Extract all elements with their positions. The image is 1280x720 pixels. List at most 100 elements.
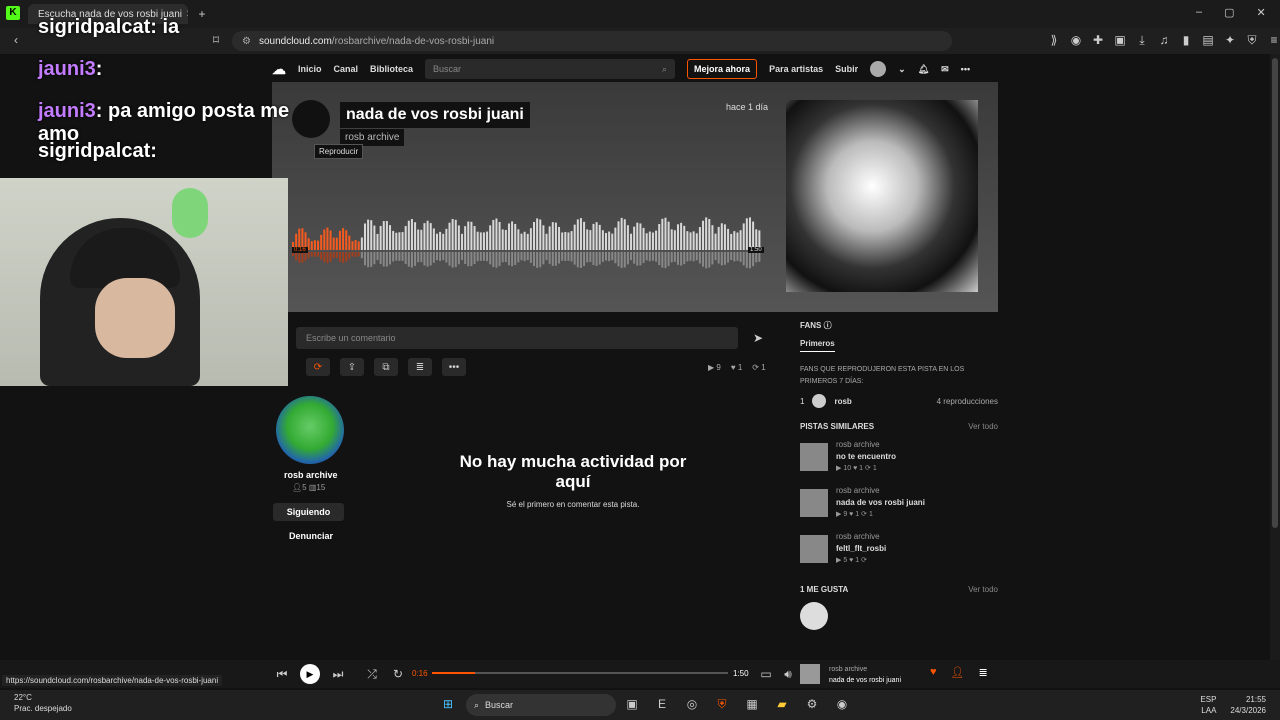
waveform-reflection bbox=[564, 252, 567, 262]
folder-icon[interactable]: ▰ bbox=[774, 696, 790, 712]
address-bar[interactable]: ⚙ soundcloud.com/rosbarchive/nada-de-vos-… bbox=[232, 31, 952, 51]
obs-icon[interactable]: ◉ bbox=[834, 696, 850, 712]
waveform[interactable] bbox=[292, 214, 762, 270]
sidebar-icon[interactable]: ▮ bbox=[1178, 32, 1194, 48]
likes-see-all[interactable]: Ver todo bbox=[968, 585, 998, 594]
page-scrollbar[interactable] bbox=[1270, 54, 1280, 660]
waveform-reflection bbox=[592, 252, 595, 266]
fan-row[interactable]: 1 rosb 4 reproducciones bbox=[800, 394, 998, 408]
search-input[interactable]: Buscar ⌕ bbox=[425, 59, 676, 79]
windows-start-icon[interactable]: ⊞ bbox=[440, 696, 456, 712]
similar-thumb[interactable] bbox=[800, 489, 828, 517]
report-link[interactable]: Denunciar bbox=[289, 531, 333, 541]
close-window-icon[interactable]: ✕ bbox=[1257, 6, 1266, 19]
notifications-icon[interactable]: 🔔︎ bbox=[918, 64, 929, 75]
waveform-bar bbox=[698, 227, 701, 250]
nav-library[interactable]: Biblioteca bbox=[370, 64, 413, 74]
chevron-down-icon[interactable]: ⌄ bbox=[898, 64, 906, 75]
uploader-avatar[interactable] bbox=[276, 396, 344, 464]
task-view-icon[interactable]: ▣ bbox=[624, 696, 640, 712]
similar-artist[interactable]: rosb archive bbox=[836, 531, 886, 543]
tab-first-fans[interactable]: Primeros bbox=[800, 339, 835, 352]
shield-icon[interactable]: ⛨ bbox=[1244, 32, 1260, 48]
player-artist[interactable]: rosb archive bbox=[829, 664, 901, 675]
player-progress[interactable] bbox=[432, 672, 728, 674]
search-icon[interactable]: ⌕ bbox=[662, 64, 667, 75]
volume-icon[interactable]: 🔊︎ bbox=[780, 666, 796, 682]
similar-artist[interactable]: rosb archive bbox=[836, 439, 896, 451]
nav-artists[interactable]: Para artistas bbox=[769, 64, 823, 74]
like-icon[interactable]: ♥ bbox=[930, 666, 937, 679]
epic-games-icon[interactable]: E bbox=[654, 696, 670, 712]
copy-link-button[interactable]: ⧉ bbox=[374, 358, 398, 376]
weather-widget[interactable]: 22°C Prac. despejado bbox=[14, 692, 72, 714]
repost-button[interactable]: ⟳ bbox=[306, 358, 330, 376]
messages-icon[interactable]: ✉ bbox=[941, 64, 949, 75]
cast-icon[interactable]: ▭ bbox=[758, 666, 774, 682]
brave-icon[interactable]: ⛨ bbox=[714, 696, 730, 712]
wallet-icon[interactable]: ▤ bbox=[1200, 32, 1216, 48]
ai-icon[interactable]: ✦ bbox=[1222, 32, 1238, 48]
similar-artist[interactable]: rosb archive bbox=[836, 485, 925, 497]
waveform-reflection bbox=[673, 252, 676, 262]
maximize-icon[interactable]: ▢ bbox=[1224, 6, 1234, 19]
following-button[interactable]: Siguiendo bbox=[273, 503, 344, 521]
add-to-queue-button[interactable]: ≣ bbox=[408, 358, 432, 376]
track-artwork[interactable] bbox=[786, 100, 978, 292]
music-icon[interactable]: ♫ bbox=[1156, 32, 1172, 48]
menu-icon[interactable]: ≡ bbox=[1266, 32, 1280, 48]
play-button[interactable] bbox=[292, 100, 330, 138]
waveform-reflection bbox=[454, 252, 457, 268]
user-avatar[interactable] bbox=[870, 61, 887, 77]
similar-track[interactable]: rosb archive nada de vos rosbi juani ▶ 9 ♥… bbox=[800, 485, 998, 521]
store-icon[interactable]: ▦ bbox=[744, 696, 760, 712]
nav-feed[interactable]: Canal bbox=[334, 64, 359, 74]
waveform-reflection bbox=[614, 252, 617, 264]
more-button[interactable]: ••• bbox=[442, 358, 466, 376]
queue-icon[interactable]: ≣ bbox=[979, 666, 988, 679]
similar-heading: PISTAS SIMILARES bbox=[800, 422, 875, 431]
taskbar-search[interactable]: ⌕ Buscar bbox=[466, 694, 616, 716]
liker-avatar[interactable] bbox=[800, 602, 828, 630]
minimize-icon[interactable]: – bbox=[1196, 6, 1202, 19]
system-tray[interactable]: ESP LAA 21:55 24/3/2026 bbox=[1200, 694, 1266, 716]
next-icon[interactable]: ⏭ bbox=[330, 666, 346, 682]
similar-thumb[interactable] bbox=[800, 535, 828, 563]
download-icon[interactable]: ⤓ bbox=[1134, 32, 1150, 48]
player-thumb[interactable] bbox=[800, 664, 820, 684]
similar-thumb[interactable] bbox=[800, 443, 828, 471]
extension-icon[interactable]: ◉ bbox=[1068, 32, 1084, 48]
steam-icon[interactable]: ⚙ bbox=[804, 696, 820, 712]
waveform-reflection bbox=[676, 252, 679, 265]
waveform-bar bbox=[564, 231, 567, 250]
screenshot-icon[interactable]: ▣ bbox=[1112, 32, 1128, 48]
uploader-name[interactable]: rosb archive bbox=[284, 470, 338, 480]
follow-icon[interactable]: 👤︎ bbox=[951, 666, 965, 679]
waveform-reflection bbox=[551, 252, 554, 266]
player-title[interactable]: nada de vos rosbi juani bbox=[829, 675, 901, 686]
more-icon[interactable]: ••• bbox=[961, 64, 970, 74]
similar-title[interactable]: no te encuentro bbox=[836, 451, 896, 463]
nav-upload[interactable]: Subir bbox=[835, 64, 858, 74]
upgrade-button[interactable]: Mejora ahora bbox=[687, 59, 758, 79]
waveform-reflection bbox=[351, 252, 354, 257]
chrome-icon[interactable]: ◎ bbox=[684, 696, 700, 712]
similar-title[interactable]: nada de vos rosbi juani bbox=[836, 497, 925, 509]
similar-track[interactable]: rosb archive feltl_flt_rosbi ▶ 5 ♥ 1 ⟳ bbox=[800, 531, 998, 567]
similar-track[interactable]: rosb archive no te encuentro ▶ 10 ♥ 1 ⟳ 1 bbox=[800, 439, 998, 475]
waveform-reflection bbox=[533, 252, 536, 266]
similar-title[interactable]: feltl_flt_rosbi bbox=[836, 543, 886, 555]
puzzle-icon[interactable]: ✚ bbox=[1090, 32, 1106, 48]
send-icon[interactable]: ➤ bbox=[750, 330, 766, 346]
waveform-bar bbox=[539, 219, 542, 250]
play-pause-button[interactable]: ▶ bbox=[300, 664, 320, 684]
repeat-icon[interactable]: ↻ bbox=[390, 666, 406, 682]
shuffle-icon[interactable]: ⤮ bbox=[364, 666, 380, 682]
similar-see-all[interactable]: Ver todo bbox=[968, 422, 998, 431]
nav-home[interactable]: Inicio bbox=[298, 64, 322, 74]
comment-input[interactable]: Escribe un comentario bbox=[296, 327, 738, 349]
waveform-bar bbox=[501, 229, 504, 250]
extension-icon[interactable]: ⟫ bbox=[1046, 32, 1062, 48]
previous-icon[interactable]: ⏮ bbox=[274, 666, 290, 682]
share-button[interactable]: ⇪ bbox=[340, 358, 364, 376]
